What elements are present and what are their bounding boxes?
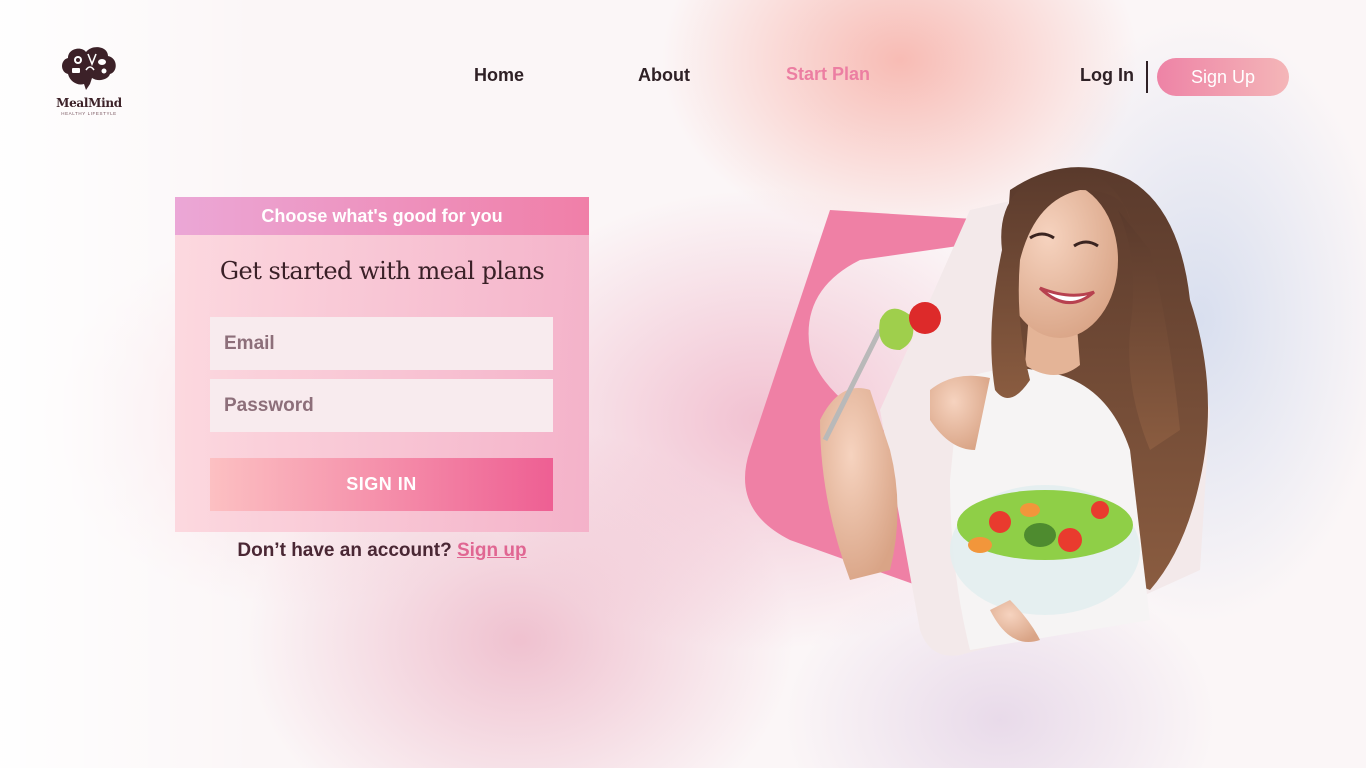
password-field[interactable] [210,379,553,432]
brand-tagline: HEALTHY LIFESTYLE [61,111,117,116]
brand-name: MealMind [56,96,122,110]
nav-divider [1146,61,1148,93]
account-prompt-row: Don’t have an account? Sign up [175,540,589,562]
signup-button[interactable]: Sign Up [1157,58,1289,96]
card-title: Get started with meal plans [219,257,545,285]
brand-logo[interactable]: MealMind HEALTHY LIFESTYLE [56,44,122,116]
account-prompt: Don’t have an account? [237,540,452,561]
nav-item-about[interactable]: About [638,65,690,86]
signup-link[interactable]: Sign up [457,540,527,561]
brain-food-icon [62,47,116,90]
nav-item-home[interactable]: Home [474,65,524,86]
woman-eating-salad-image [745,167,1210,656]
nav-item-start-plan[interactable]: Start Plan [786,64,870,85]
signin-button[interactable]: SIGN IN [210,458,553,511]
signin-card: Choose what's good for you Get started w… [175,197,589,532]
card-header: Choose what's good for you [175,197,589,235]
login-link[interactable]: Log In [1080,65,1134,86]
email-field[interactable] [210,317,553,370]
